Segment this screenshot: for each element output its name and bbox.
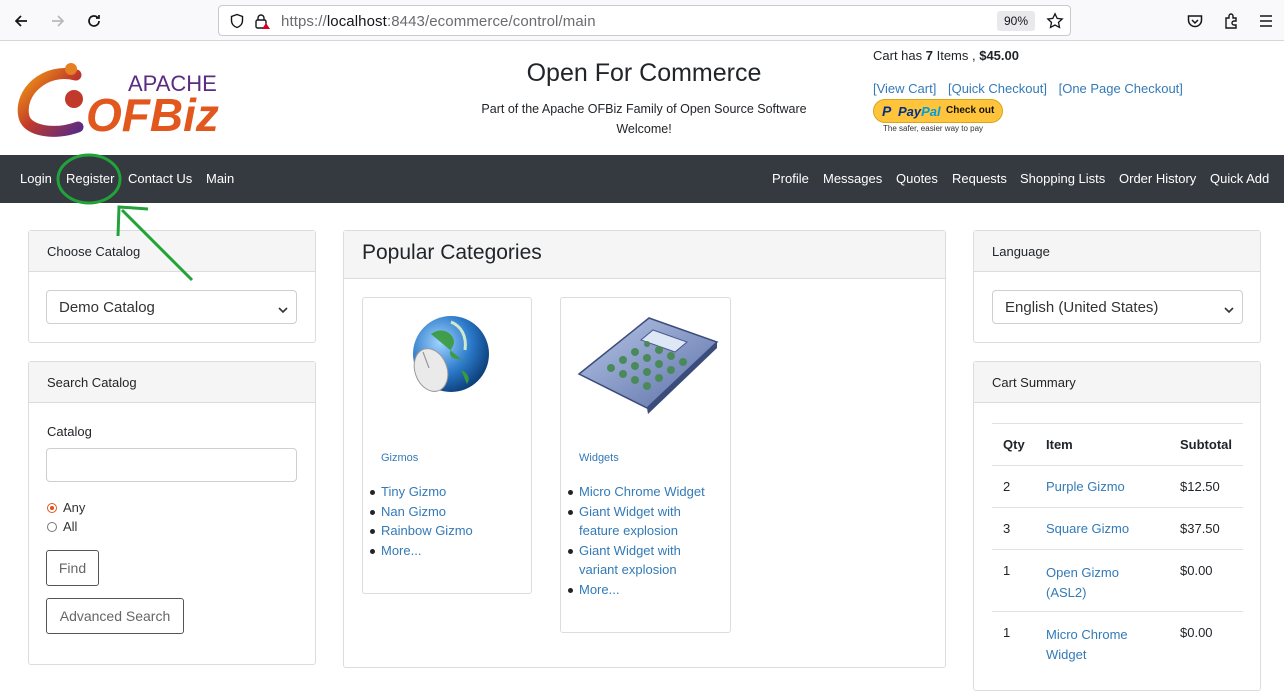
nav-messages[interactable]: Messages (823, 171, 882, 186)
one-page-checkout-link[interactable]: [One Page Checkout] (1059, 81, 1183, 96)
browser-toolbar: https://localhost:8443/ecommerce/control… (0, 0, 1284, 41)
row-qty: 2 (992, 465, 1034, 508)
subtotal-header: Subtotal (1168, 423, 1243, 466)
url-text: https://localhost:8443/ecommerce/control… (281, 13, 596, 30)
nav-main[interactable]: Main (206, 171, 234, 186)
product-link-giant-widget-variant[interactable]: Giant Widget with variant explosion (561, 541, 732, 580)
advanced-search-button[interactable]: Advanced Search (46, 598, 184, 634)
radio-all[interactable]: All (47, 519, 77, 534)
widgets-product-list: Micro Chrome Widget Giant Widget with fea… (561, 482, 732, 599)
nav-profile[interactable]: Profile (772, 171, 809, 186)
extensions-icon[interactable] (1218, 8, 1244, 34)
forward-icon[interactable] (45, 8, 71, 34)
nav-register[interactable]: Register (66, 171, 114, 186)
menu-icon[interactable] (1253, 8, 1279, 34)
reload-icon[interactable] (81, 8, 107, 34)
nav-requests[interactable]: Requests (952, 171, 1007, 186)
row-qty: 1 (992, 611, 1034, 674)
catalog-label: Catalog (47, 424, 92, 439)
widget-calculator-image[interactable] (571, 312, 721, 421)
cart-summary-card: Cart Summary Qty Item Subtotal 2 Purple … (973, 361, 1261, 691)
quick-checkout-link[interactable]: [Quick Checkout] (948, 81, 1047, 96)
choose-catalog-title: Choose Catalog (29, 231, 315, 272)
ofbiz-logo[interactable]: APACHE OFBiz (16, 57, 236, 142)
row-qty: 3 (992, 507, 1034, 550)
cart-item-link[interactable]: Square Gizmo (1046, 521, 1129, 536)
row-subtotal: $37.50 (1168, 507, 1243, 550)
row-qty: 1 (992, 549, 1034, 612)
language-select[interactable]: English (United States) (992, 290, 1243, 324)
table-row: 2 Purple Gizmo $12.50 (992, 465, 1243, 508)
nav-shopping-lists[interactable]: Shopping Lists (1020, 171, 1105, 186)
gizmos-product-list: Tiny Gizmo Nan Gizmo Rainbow Gizmo More.… (363, 482, 533, 560)
find-button[interactable]: Find (46, 550, 99, 586)
site-header: APACHE OFBiz Open For Commerce Part of t… (0, 41, 1284, 155)
catalog-select[interactable]: Demo Catalog (46, 290, 297, 324)
radio-any-checked[interactable] (47, 503, 57, 513)
lock-warning-icon[interactable] (253, 12, 271, 35)
popular-categories-title: Popular Categories (344, 231, 945, 279)
pocket-icon[interactable] (1182, 8, 1208, 34)
paypal-checkout-button[interactable]: P PayPal Check out (873, 99, 1003, 123)
back-icon[interactable] (8, 8, 34, 34)
row-subtotal: $12.50 (1168, 465, 1243, 508)
popular-categories-card: Popular Categories Gizmos Tiny Gizmo Nan… (343, 230, 946, 668)
table-row: 1 Micro Chrome Widget $0.00 (992, 611, 1243, 674)
nav-quick-add[interactable]: Quick Add (1210, 171, 1269, 186)
address-bar[interactable]: https://localhost:8443/ecommerce/control… (218, 5, 1071, 36)
category-card-widgets: Widgets Micro Chrome Widget Giant Widget… (560, 297, 731, 633)
bookmark-star-icon[interactable] (1046, 12, 1064, 35)
chevron-down-icon (1224, 302, 1234, 319)
radio-any[interactable]: Any (47, 500, 85, 515)
product-link-giant-widget-feature[interactable]: Giant Widget with feature explosion (561, 502, 732, 541)
shield-icon[interactable] (229, 13, 245, 34)
qty-header: Qty (992, 423, 1034, 466)
choose-catalog-card: Choose Catalog Demo Catalog (28, 230, 316, 343)
cart-item-link[interactable]: Purple Gizmo (1046, 479, 1125, 494)
language-card: Language English (United States) (973, 230, 1261, 343)
cart-summary-title: Cart Summary (974, 362, 1260, 403)
item-header: Item (1034, 423, 1168, 466)
search-catalog-card: Search Catalog Catalog Any All Find Adva… (28, 361, 316, 665)
category-card-gizmos: Gizmos Tiny Gizmo Nan Gizmo Rainbow Gizm… (362, 297, 532, 594)
cart-summary-table: Qty Item Subtotal 2 Purple Gizmo $12.50 … (992, 423, 1243, 674)
site-subtitle: Part of the Apache OFBiz Family of Open … (444, 99, 844, 139)
gizmos-more-link[interactable]: More... (363, 541, 533, 561)
nav-contact-us[interactable]: Contact Us (128, 171, 192, 186)
view-cart-link[interactable]: [View Cart] (873, 81, 936, 96)
logo-ofbiz-text: OFBiz (86, 89, 219, 137)
main-navbar: Login Register Contact Us Main Profile M… (0, 155, 1284, 203)
nav-login[interactable]: Login (20, 171, 52, 186)
cart-summary-header-row: Qty Item Subtotal (992, 423, 1243, 466)
table-row: 3 Square Gizmo $37.50 (992, 507, 1243, 550)
product-link-tiny-gizmo[interactable]: Tiny Gizmo (363, 482, 533, 502)
category-link-gizmos[interactable]: Gizmos (381, 452, 418, 464)
row-subtotal: $0.00 (1168, 549, 1243, 612)
cart-links: [View Cart] [Quick Checkout] [One Page C… (873, 81, 1191, 96)
table-row: 1 Open Gizmo (ASL2) $0.00 (992, 549, 1243, 612)
zoom-level[interactable]: 90% (997, 11, 1035, 31)
product-link-rainbow-gizmo[interactable]: Rainbow Gizmo (363, 521, 533, 541)
radio-all-unchecked[interactable] (47, 522, 57, 532)
search-catalog-title: Search Catalog (29, 362, 315, 403)
search-catalog-input[interactable] (46, 448, 297, 482)
category-link-widgets[interactable]: Widgets (579, 452, 619, 464)
cart-item-link[interactable]: Micro Chrome Widget (1046, 627, 1128, 662)
widgets-more-link[interactable]: More... (561, 580, 732, 600)
gizmo-globe-mouse-image[interactable] (403, 312, 493, 407)
welcome-text: Welcome! (616, 122, 672, 136)
nav-quotes[interactable]: Quotes (896, 171, 938, 186)
language-title: Language (974, 231, 1260, 272)
nav-order-history[interactable]: Order History (1119, 171, 1196, 186)
product-link-nan-gizmo[interactable]: Nan Gizmo (363, 502, 533, 522)
row-subtotal: $0.00 (1168, 611, 1243, 674)
paypal-p-icon: P (882, 103, 892, 119)
product-link-micro-chrome-widget[interactable]: Micro Chrome Widget (561, 482, 732, 502)
cart-item-link[interactable]: Open Gizmo (ASL2) (1046, 565, 1119, 600)
site-title: Open For Commerce (526, 59, 762, 87)
paypal-tagline: The safer, easier way to pay (883, 124, 984, 133)
chevron-down-icon (278, 302, 288, 319)
cart-status: Cart has 7 Items , $45.00 (873, 48, 1019, 63)
